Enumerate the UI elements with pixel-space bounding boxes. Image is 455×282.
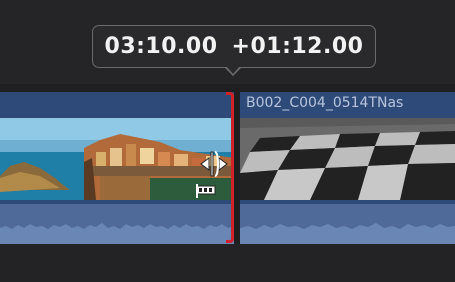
timeline-lower-area	[0, 244, 455, 282]
clip-left-audio-waveform	[0, 204, 234, 244]
tooltip-pointer-inner	[226, 66, 240, 74]
ripple-trim-cursor-icon	[195, 150, 235, 202]
tooltip-timecode: 03:10.00	[104, 34, 218, 59]
clip-right[interactable]: B002_C004_0514TNas	[240, 92, 455, 244]
tooltip-offset: +01:12.00	[231, 34, 364, 59]
trim-timecode-tooltip: 03:10.00 +01:12.00	[92, 25, 376, 68]
clip-right-thumbnail	[240, 118, 455, 200]
clip-right-name: B002_C004_0514TNas	[246, 95, 404, 111]
clip-right-audio-waveform	[240, 204, 455, 244]
